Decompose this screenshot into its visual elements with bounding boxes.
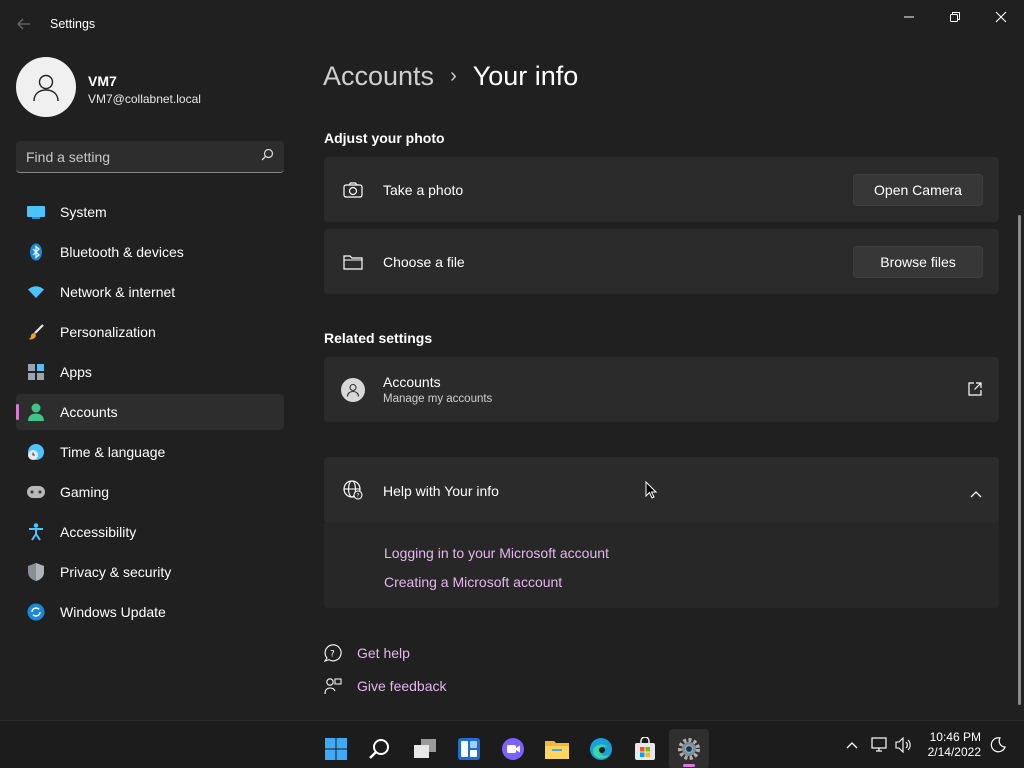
- person-icon: [33, 74, 59, 102]
- widgets-icon[interactable]: [449, 729, 489, 768]
- open-external-icon[interactable]: [968, 382, 982, 401]
- choose-file-label: Choose a file: [383, 254, 465, 270]
- search-input[interactable]: Find a setting: [16, 141, 284, 173]
- focus-assist-icon[interactable]: [988, 735, 1008, 755]
- file-explorer-icon[interactable]: [537, 729, 577, 768]
- sidebar-nav: System Bluetooth & devices Network & int…: [16, 194, 284, 634]
- sidebar-item-label: Gaming: [60, 484, 110, 500]
- camera-icon: [342, 179, 364, 201]
- sidebar-item-apps[interactable]: Apps: [16, 354, 284, 390]
- store-icon[interactable]: [625, 729, 665, 768]
- sidebar-item-system[interactable]: System: [16, 194, 284, 230]
- sidebar-item-privacy[interactable]: Privacy & security: [16, 554, 284, 590]
- settings-icon[interactable]: [669, 729, 709, 768]
- mouse-cursor-icon: [645, 480, 658, 504]
- sidebar-item-accounts[interactable]: Accounts: [16, 394, 284, 430]
- browse-files-button[interactable]: Browse files: [853, 246, 983, 278]
- user-email: VM7@collabnet.local: [88, 92, 201, 106]
- sidebar-item-label: Time & language: [60, 444, 166, 460]
- person-icon: [341, 378, 365, 402]
- section-title-related-settings: Related settings: [324, 330, 433, 346]
- give-feedback-link[interactable]: Give feedback: [357, 678, 447, 694]
- chevron-up-icon[interactable]: [970, 485, 982, 503]
- help-link-logging-in[interactable]: Logging in to your Microsoft account: [384, 545, 609, 561]
- avatar[interactable]: [16, 57, 76, 117]
- sidebar-item-label: Privacy & security: [60, 564, 172, 580]
- gamepad-icon: [27, 483, 45, 501]
- sidebar-item-bluetooth[interactable]: Bluetooth & devices: [16, 234, 284, 270]
- open-camera-button[interactable]: Open Camera: [853, 174, 983, 206]
- sidebar-item-label: System: [60, 204, 107, 220]
- back-arrow-icon[interactable]: [12, 12, 36, 36]
- clock-globe-icon: [27, 443, 45, 461]
- help-expander-body: Logging in to your Microsoft account Cre…: [324, 523, 999, 608]
- chevron-up-icon[interactable]: [842, 735, 862, 755]
- active-app-indicator: [683, 764, 695, 767]
- chat-icon[interactable]: [493, 729, 533, 768]
- close-icon[interactable]: [978, 4, 1024, 30]
- take-photo-label: Take a photo: [383, 182, 464, 198]
- title-bar: Settings: [0, 0, 1024, 48]
- minimize-icon[interactable]: [886, 4, 932, 30]
- accessibility-icon: [27, 523, 45, 541]
- search-icon[interactable]: [360, 729, 400, 768]
- get-help-icon: ?: [323, 644, 342, 667]
- update-icon: [27, 603, 45, 621]
- feedback-icon: [324, 677, 342, 700]
- network-icon[interactable]: [870, 735, 890, 755]
- folder-icon: [342, 251, 364, 273]
- app-title: Settings: [50, 17, 96, 31]
- breadcrumb-parent[interactable]: Accounts: [323, 61, 434, 92]
- shield-icon: [27, 563, 45, 581]
- restore-icon[interactable]: [932, 4, 978, 30]
- brush-icon: [27, 323, 45, 341]
- sidebar-item-label: Accessibility: [60, 524, 137, 540]
- user-name: VM7: [88, 73, 117, 89]
- sidebar-item-personalization[interactable]: Personalization: [16, 314, 284, 350]
- choose-file-card: Choose a file Browse files: [324, 229, 999, 294]
- help-expander-title: Help with Your info: [383, 483, 499, 499]
- page-title: Your info: [472, 60, 579, 91]
- volume-icon[interactable]: [894, 735, 914, 755]
- accounts-link-card[interactable]: Accounts Manage my accounts: [324, 357, 999, 422]
- sidebar-item-time-language[interactable]: Time & language: [16, 434, 284, 470]
- accounts-link-sublabel: Manage my accounts: [383, 393, 493, 405]
- sidebar-item-label: Apps: [60, 364, 92, 380]
- sidebar-item-network[interactable]: Network & internet: [16, 274, 284, 310]
- sidebar-item-label: Accounts: [60, 404, 118, 420]
- accounts-link-label: Accounts: [383, 374, 441, 390]
- sidebar-item-label: Windows Update: [60, 604, 166, 620]
- sidebar-item-accessibility[interactable]: Accessibility: [16, 514, 284, 550]
- system-icon: [27, 203, 45, 221]
- sidebar-item-label: Personalization: [60, 324, 156, 340]
- taskbar: 10:46 PM 2/14/2022: [0, 720, 1024, 768]
- search-icon[interactable]: [261, 148, 274, 166]
- scrollbar[interactable]: [1018, 215, 1021, 705]
- apps-icon: [27, 363, 45, 381]
- svg-text:?: ?: [356, 493, 359, 500]
- globe-icon: ?: [342, 479, 364, 501]
- clock-date: 2/14/2022: [927, 745, 981, 759]
- help-expander-header[interactable]: ? Help with Your info: [324, 457, 999, 523]
- task-view-icon[interactable]: [405, 729, 445, 768]
- breadcrumb-separator: ›: [450, 64, 457, 87]
- accounts-icon: [27, 403, 45, 421]
- sidebar-item-windows-update[interactable]: Windows Update: [16, 594, 284, 630]
- take-photo-card: Take a photo Open Camera: [324, 157, 999, 222]
- start-icon[interactable]: [316, 729, 356, 768]
- wifi-icon: [27, 283, 45, 301]
- edge-icon[interactable]: [581, 729, 621, 768]
- get-help-link[interactable]: Get help: [357, 645, 410, 661]
- svg-text:?: ?: [330, 650, 335, 660]
- sidebar-item-label: Bluetooth & devices: [60, 244, 184, 260]
- breadcrumb: Accounts › Your info: [323, 56, 578, 96]
- sidebar-item-gaming[interactable]: Gaming: [16, 474, 284, 510]
- sidebar-item-label: Network & internet: [60, 284, 176, 300]
- bluetooth-icon: [27, 243, 45, 261]
- clock-time: 10:46 PM: [929, 730, 981, 744]
- search-placeholder: Find a setting: [26, 148, 111, 165]
- help-link-create-account[interactable]: Creating a Microsoft account: [384, 574, 562, 590]
- section-title-adjust-photo: Adjust your photo: [324, 130, 445, 146]
- clock[interactable]: 10:46 PM 2/14/2022: [928, 730, 981, 760]
